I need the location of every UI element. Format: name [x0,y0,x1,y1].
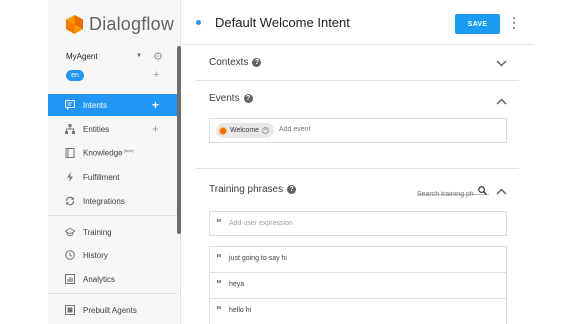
sidebar-item-label: Prebuilt Agents [83,305,137,315]
quote-icon: " [216,252,222,265]
intents-icon [65,100,75,110]
fulfillment-icon [65,172,75,182]
event-icon [219,126,227,135]
quote-icon: " [216,278,222,291]
training-icon [65,227,75,237]
chevron-up-icon[interactable] [496,186,507,198]
sidebar-item-label: Intents [83,100,108,110]
help-icon[interactable]: ? [287,185,297,194]
knowledge-label: Knowledge [83,148,123,158]
agent-name: MyAgent [66,52,98,61]
sidebar-item-integrations[interactable]: Integrations [48,190,177,212]
help-icon[interactable]: ? [252,58,262,67]
event-chip[interactable]: Welcome × [216,123,275,138]
sidebar-item-training[interactable]: Training [48,221,177,243]
list-item[interactable]: " hello hi [210,299,506,324]
section-divider [196,168,519,169]
training-phrase-text[interactable]: heya [229,281,244,288]
sidebar-scrollbar[interactable] [177,46,181,234]
sidebar-divider [48,293,177,294]
events-title: Events [209,93,240,104]
intent-title[interactable]: Default Welcome Intent [215,15,350,30]
events-section-header[interactable]: Events? [209,93,253,104]
training-phrase-text[interactable]: just going to say hi [229,255,287,262]
training-phrases-title: Training phrases [209,184,284,195]
history-icon [65,250,75,260]
sidebar-item-label: Knowledge[beta] [83,148,134,158]
chevron-down-icon[interactable] [496,58,507,70]
help-icon[interactable]: ? [243,94,253,103]
add-user-expression-field[interactable]: " Add user expression [209,211,507,236]
app-logo[interactable]: Dialogflow [66,14,174,35]
contexts-section-header[interactable]: Contexts? [209,57,262,68]
sidebar-item-knowledge[interactable]: Knowledge[beta] [48,142,177,164]
chevron-up-icon[interactable] [496,96,507,108]
knowledge-icon [65,148,75,158]
caret-down-icon[interactable]: ▼ [136,53,142,59]
training-search[interactable] [417,183,489,198]
add-user-expression-placeholder: Add user expression [229,220,293,227]
sidebar-item-fulfillment[interactable]: Fulfillment [48,166,177,188]
sidebar-item-label: Analytics [83,274,116,284]
gear-icon[interactable]: ⚙ [153,50,163,63]
sidebar-item-label: Fulfillment [83,172,120,182]
search-icon[interactable] [478,182,488,200]
prebuilt-agents-icon [65,305,75,315]
add-entity-icon[interactable]: + [152,123,159,135]
sidebar-item-label: Training [83,227,112,237]
sidebar-item-history[interactable]: History [48,244,177,266]
app-name: Dialogflow [89,14,175,34]
agent-selector[interactable]: MyAgent ▼ ⚙ [66,50,166,63]
training-phrases-section-header[interactable]: Training phrases? [209,184,297,195]
intent-status-dot [196,20,201,25]
sidebar-item-label: Integrations [83,196,125,206]
search-input[interactable] [417,191,475,198]
add-event-input[interactable] [279,126,359,133]
sidebar-item-prebuilt-agents[interactable]: Prebuilt Agents [48,299,177,321]
event-chip-label: Welcome [230,127,260,134]
section-divider [196,80,519,81]
sidebar-item-analytics[interactable]: Analytics [48,268,177,290]
list-item[interactable]: " just going to say hi [210,247,506,273]
sidebar-item-entities[interactable]: Entities + [48,118,177,140]
add-intent-icon[interactable]: + [152,99,159,111]
sidebar-item-label: History [83,250,108,260]
sidebar-divider [48,215,177,216]
events-field[interactable]: Welcome × [209,118,507,143]
training-phrase-text[interactable]: hello hi [229,307,251,314]
dialogflow-logo-icon [66,15,83,34]
quote-icon: " [216,304,222,317]
beta-tag: [beta] [123,148,134,154]
save-button[interactable]: SAVE [455,14,500,34]
sidebar-item-intents[interactable]: Intents + [48,94,177,116]
contexts-title: Contexts [209,57,249,68]
add-language-icon[interactable]: + [153,70,159,81]
sidebar-item-label: Entities [83,124,110,134]
remove-chip-icon[interactable]: × [262,127,270,134]
list-item[interactable]: " heya [210,273,506,299]
language-badge[interactable]: en [66,70,84,81]
integrations-icon [65,196,75,206]
more-options-icon[interactable] [512,17,516,29]
quote-icon: " [216,217,222,230]
training-phrase-list: " just going to say hi " heya " hello hi [209,246,507,324]
entities-icon [65,124,75,134]
analytics-icon [65,274,75,284]
